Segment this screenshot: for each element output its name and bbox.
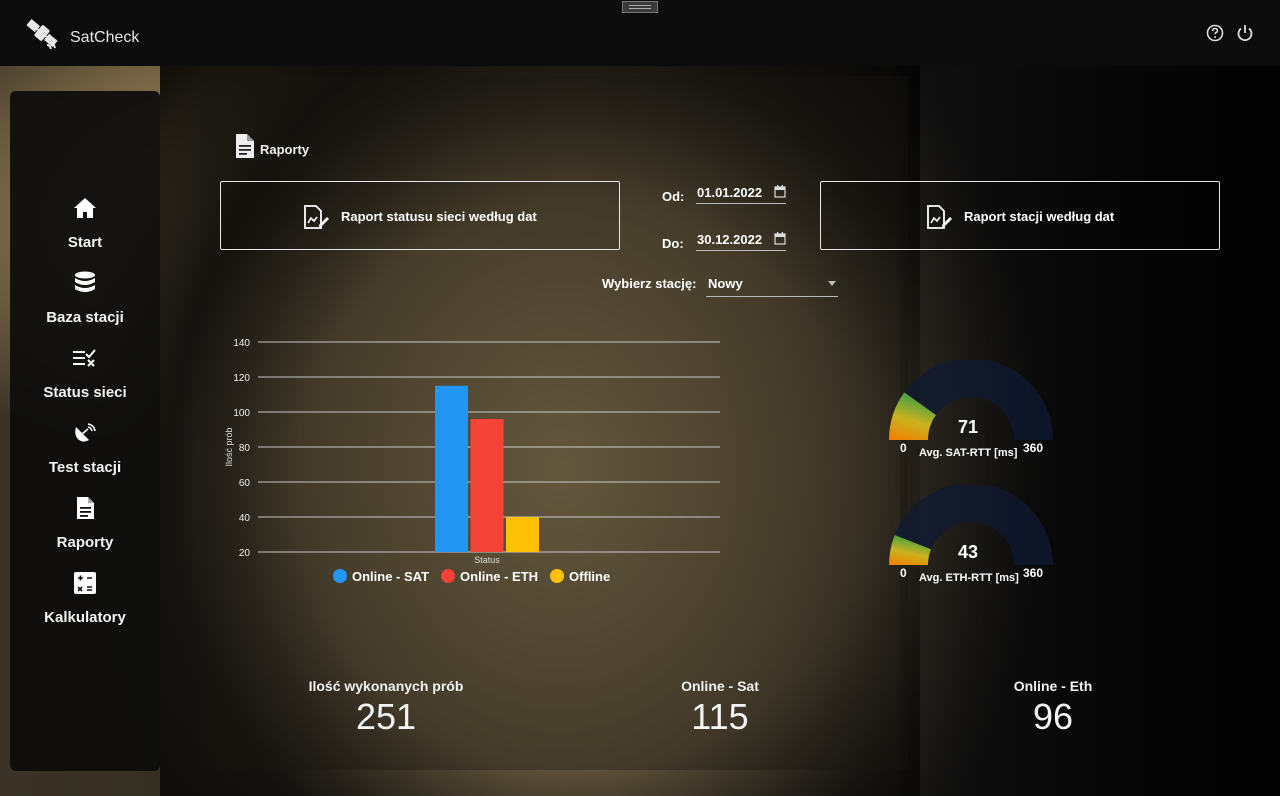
network-status-report-label: Raport statusu sieci według dat xyxy=(341,209,537,224)
x-tick-label: Status xyxy=(474,555,500,565)
sat-rtt-min: 0 xyxy=(900,441,907,455)
top-bar: SatCheck xyxy=(0,0,1280,66)
legend-label: Online - ETH xyxy=(460,569,538,584)
station-select-label: Wybierz stację: xyxy=(602,276,697,291)
calculator-icon xyxy=(74,572,96,594)
sidebar: Start Baza stacji Status sieci Test stac… xyxy=(10,91,160,771)
station-report-button[interactable]: Raport stacji według dat xyxy=(820,181,1220,250)
document-edit-icon xyxy=(304,205,329,229)
y-axis-label: Ilość prób xyxy=(224,427,234,466)
sidebar-item-label: Kalkulatory xyxy=(44,609,126,626)
database-icon xyxy=(75,271,95,292)
sidebar-item-baza-stacji[interactable]: Baza stacji xyxy=(10,270,160,340)
stat-label: Ilość wykonanych prób xyxy=(308,678,464,694)
status-bar-chart: 20 40 60 80 100 120 140 Ilość prób Status Online … xyxy=(224,338,720,584)
legend-marker xyxy=(550,569,565,583)
legend-label: Offline xyxy=(569,569,610,584)
eth-rtt-gauge: 43 0 360 Avg. ETH-RTT [ms] xyxy=(886,485,1056,585)
sat-rtt-value: 71 xyxy=(958,417,979,437)
network-status-report-button[interactable]: Raport statusu sieci według dat xyxy=(220,181,620,250)
from-date-input[interactable]: 01.01.2022 xyxy=(696,182,786,204)
eth-rtt-max: 360 xyxy=(1023,566,1044,580)
sidebar-item-raporty[interactable]: Raporty xyxy=(10,495,160,565)
y-tick-label: 80 xyxy=(239,443,251,454)
document-icon xyxy=(236,134,254,158)
station-select[interactable]: Nowy xyxy=(706,272,838,297)
bar-online-eth xyxy=(470,419,504,552)
stat-label: Online - Eth xyxy=(1013,678,1093,694)
y-tick-label: 60 xyxy=(239,478,251,489)
page-title: Raporty xyxy=(260,142,310,157)
calendar-icon[interactable] xyxy=(774,232,786,245)
legend-marker xyxy=(333,569,347,583)
y-tick-label: 20 xyxy=(239,548,251,559)
y-tick-label: 140 xyxy=(233,338,250,349)
app-title: SatCheck xyxy=(70,29,140,46)
to-date-label: Do: xyxy=(662,236,684,251)
eth-rtt-value: 43 xyxy=(958,542,979,562)
eth-rtt-label: Avg. ETH-RTT [ms] xyxy=(919,572,1019,584)
sidebar-item-test-stacji[interactable]: Test stacji xyxy=(10,420,160,490)
stat-value: 251 xyxy=(355,696,417,737)
sidebar-item-status-sieci[interactable]: Status sieci xyxy=(10,345,160,415)
sidebar-item-label: Test stacji xyxy=(48,459,122,476)
bar-offline xyxy=(506,517,539,552)
stat-online-sat: Online - Sat 115 xyxy=(600,678,840,738)
legend-marker xyxy=(441,569,456,583)
satellite-logo-icon xyxy=(26,19,58,50)
satellite-dish-icon xyxy=(75,423,96,442)
sat-rtt-max: 360 xyxy=(1023,441,1044,455)
eth-rtt-min: 0 xyxy=(900,566,907,580)
sat-rtt-gauge: 71 0 360 Avg. SAT-RTT [ms] xyxy=(886,360,1056,460)
calendar-icon[interactable] xyxy=(774,185,786,198)
home-icon xyxy=(74,198,96,218)
sat-rtt-label: Avg. SAT-RTT [ms] xyxy=(919,447,1018,459)
sidebar-item-kalkulatory[interactable]: Kalkulatory xyxy=(10,570,160,640)
help-circle-icon[interactable] xyxy=(1205,23,1225,43)
to-date-value: 30.12.2022 xyxy=(697,232,763,247)
document-icon xyxy=(77,497,94,519)
station-report-label: Raport stacji według dat xyxy=(964,209,1115,224)
checklist-icon xyxy=(73,349,96,367)
station-select-value: Nowy xyxy=(708,276,743,291)
from-date-label: Od: xyxy=(662,189,685,204)
sidebar-item-start[interactable]: Start xyxy=(10,195,160,265)
to-date-input[interactable]: 30.12.2022 xyxy=(696,229,786,251)
chevron-down-icon xyxy=(828,281,836,286)
legend-label: Online - SAT xyxy=(352,569,429,584)
drag-handle[interactable] xyxy=(622,1,658,13)
y-tick-label: 100 xyxy=(233,408,250,419)
document-edit-icon xyxy=(927,205,952,229)
power-icon[interactable] xyxy=(1235,23,1255,43)
sidebar-item-label: Start xyxy=(67,234,103,251)
stat-label: Online - Sat xyxy=(681,678,759,694)
from-date-value: 01.01.2022 xyxy=(697,185,763,200)
stat-value: 115 xyxy=(691,696,749,737)
stat-online-eth: Online - Eth 96 xyxy=(933,678,1173,738)
sidebar-item-label: Baza stacji xyxy=(46,309,124,326)
bar-online-sat xyxy=(435,385,468,552)
sidebar-item-label: Raporty xyxy=(56,534,114,551)
stat-total-attempts: Ilość wykonanych prób 251 xyxy=(266,678,506,738)
y-tick-label: 40 xyxy=(239,513,251,524)
stat-value: 96 xyxy=(1032,696,1074,737)
sidebar-item-label: Status sieci xyxy=(43,384,127,401)
y-tick-label: 120 xyxy=(233,373,250,384)
